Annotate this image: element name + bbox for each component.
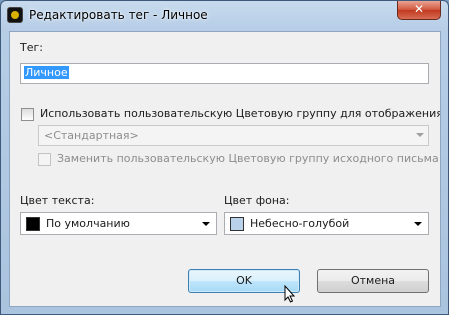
bg-color-label: Цвет фона: [224,194,290,207]
chevron-down-icon [416,133,424,137]
bg-color-select[interactable]: Небесно-голубой [224,212,429,235]
chevron-down-icon [414,222,422,226]
text-color-label: Цвет текста: [20,194,95,207]
tag-name-value: Личное [24,66,69,79]
color-group-value: <Стандартная> [44,129,139,142]
mouse-cursor-icon [284,285,296,303]
bg-color-swatch [230,217,244,231]
close-button[interactable]: ✕ [397,1,441,20]
replace-color-checkbox [38,153,51,166]
cancel-button[interactable]: Отмена [317,269,429,293]
text-color-select[interactable]: По умолчанию [20,212,217,235]
use-custom-color-checkbox[interactable] [21,108,34,121]
tag-name-input[interactable]: Личное [20,63,429,84]
text-color-swatch [26,217,40,231]
color-group-select: <Стандартная> [38,125,429,146]
tag-label: Тег: [20,41,43,54]
use-custom-color-label[interactable]: Использовать пользовательскую Цветовую г… [40,107,440,120]
text-color-value: По умолчанию [46,217,130,230]
bg-color-value: Небесно-голубой [250,217,350,230]
app-icon [7,7,23,23]
chevron-down-icon [202,222,210,226]
replace-color-label: Заменить пользовательскую Цветовую групп… [57,152,439,165]
dialog-body: Тег: Личное Использовать пользовательску… [9,31,441,307]
window-title: Редактировать тег - Личное [29,8,208,22]
edit-tag-dialog: Редактировать тег - Личное ✕ Тег: Личное… [0,0,449,315]
title-bar[interactable]: Редактировать тег - Личное ✕ [1,1,448,31]
